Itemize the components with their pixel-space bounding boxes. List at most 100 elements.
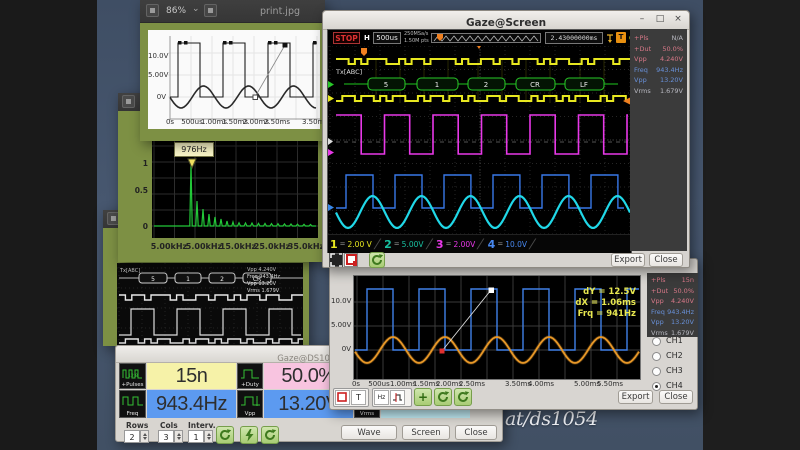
cols-input[interactable]: 3	[158, 430, 174, 443]
hz-tool-icon[interactable]: Hz	[374, 390, 389, 405]
timebase-label: H	[364, 34, 370, 42]
scope-screen-image: STOP H 500us 250MSa/s 1.50M pts 2.430000…	[327, 29, 632, 253]
cursor-handle-end[interactable]	[489, 288, 495, 294]
cursor-handle-start[interactable]	[253, 95, 258, 100]
zoom-in-button[interactable]	[204, 4, 217, 17]
freq-icon[interactable]: Freq	[119, 390, 146, 418]
y-tick: 0.5	[126, 186, 148, 195]
trigger-tool-icon[interactable]	[390, 390, 405, 405]
fullscreen-icon[interactable]	[329, 253, 343, 267]
ch3-number[interactable]: 3	[436, 238, 444, 251]
refresh-button[interactable]	[216, 426, 234, 444]
close-button[interactable]: Close	[659, 390, 693, 404]
measurement-panel: +Pls15n +Dut50.0% Vpp4.240V Freq943.4Hz …	[647, 273, 698, 337]
text-cursor-icon[interactable]: T	[351, 390, 366, 405]
scope-waveform-area: 5 1 2 CR LF Tx[ABC]	[328, 46, 631, 234]
close-button[interactable]: Close	[455, 425, 497, 440]
ch2-scale: 5.00V	[402, 240, 424, 249]
scope-titlebar[interactable]: Gaze@Screen – □ ×	[323, 11, 689, 30]
ch4-number[interactable]: 4	[488, 238, 496, 251]
grayscale-scope-plot: Tx[ABC] 5 1 2 CR Vpp 4.240V Freq 943.4Hz…	[117, 263, 303, 346]
auto-refresh-button[interactable]	[240, 426, 258, 444]
svg-text:1: 1	[435, 81, 439, 89]
chevron-down-icon[interactable]: ⌄	[192, 4, 200, 14]
rows-input[interactable]: 2	[124, 430, 140, 443]
interv-stepper[interactable]	[204, 430, 213, 443]
cursor-handle-end[interactable]	[283, 43, 288, 48]
cols-stepper[interactable]	[174, 430, 183, 443]
cursor-tool-group: T	[333, 388, 369, 407]
print-titlebar[interactable]: 86% ⌄ print.jpg	[140, 0, 325, 23]
window-menu-icon[interactable]	[122, 95, 135, 108]
export-button[interactable]: Export	[611, 253, 645, 267]
svg-text:Vpp 4.240V: Vpp 4.240V	[247, 267, 277, 273]
bus-decode-label: Tx[ABC]	[335, 68, 362, 76]
run-state: STOP	[333, 32, 360, 44]
scope-status-bar: STOP H 500us 250MSa/s 1.50M pts 2.430000…	[328, 30, 631, 47]
ch4-scale: 10.0V	[505, 240, 527, 249]
trace-square-gray	[119, 309, 301, 335]
grayscale-scope-image: Tx[ABC] 5 1 2 CR Vpp 4.240V Freq 943.4Hz…	[117, 263, 303, 346]
radio-ch1-label[interactable]: CH1	[666, 336, 683, 345]
add-button[interactable]: +	[414, 388, 432, 406]
vpp-icon[interactable]: Vpp	[237, 390, 263, 418]
radio-ch3[interactable]	[652, 367, 661, 376]
cursor-handle-start[interactable]	[440, 349, 445, 354]
close-icon[interactable]: ×	[671, 14, 685, 26]
zoom-level[interactable]: 86%	[166, 6, 186, 16]
ch3-scale: 2.00V	[453, 240, 475, 249]
timeline-scrollbar[interactable]	[431, 33, 541, 43]
trigger-offset: 2.43000000ms	[545, 32, 603, 44]
zoom-out-button[interactable]	[146, 4, 159, 17]
radio-ch2[interactable]	[652, 352, 661, 361]
svg-text:Vrms 1.679V: Vrms 1.679V	[247, 288, 280, 294]
radio-ch4-label[interactable]: CH4	[666, 381, 683, 390]
y-tick: 5.00V	[331, 321, 351, 329]
pulses-icon[interactable]: 12 8 +Pulses	[119, 363, 146, 389]
wave-button[interactable]: Wave	[341, 425, 397, 440]
x-tick: 5.00kHz	[149, 242, 189, 251]
ch1-number[interactable]: 1	[330, 238, 338, 251]
trigger-source-badge: T	[616, 32, 626, 43]
screen-button[interactable]: Screen	[402, 425, 450, 440]
trigger-icon	[606, 33, 614, 44]
cursor-line[interactable]	[442, 290, 491, 351]
export-button[interactable]: Export	[618, 390, 653, 404]
refresh-button[interactable]	[434, 388, 452, 406]
print-plot-panel: 10.0V 5.00V 0V 0s 500us 1.00ms 1.50ms 2.…	[148, 30, 320, 129]
interv-input[interactable]: 1	[188, 430, 204, 443]
close-button[interactable]: Close	[649, 253, 683, 267]
y-tick: 0	[126, 222, 148, 231]
y-tick: 0V	[331, 345, 351, 353]
ch1-scale: 2.00 V	[348, 240, 372, 249]
region-capture-icon[interactable]	[344, 253, 358, 267]
y-tick: 10.0V	[148, 52, 166, 60]
cursor-dy: dY = 12.5V	[530, 287, 636, 298]
duty-icon[interactable]: +Duty	[237, 363, 263, 389]
window-title: Gaze@Screen	[466, 17, 546, 29]
measurement-panel: +PlsN/A +Dut50.0% Vpp4.240V Freq943.4Hz …	[630, 29, 687, 251]
screenshot-stage: github.com/gaze-at/ds1054 Tx[ABC] 5 1 2	[0, 0, 800, 450]
x-tick: 2.50ms	[457, 380, 487, 388]
minimize-icon[interactable]: –	[635, 14, 649, 26]
letterbox-right	[703, 0, 800, 450]
sample-rate: 250MSa/s	[404, 31, 428, 37]
single-refresh-button[interactable]	[454, 388, 472, 406]
x-tick: 35.0kHz	[286, 242, 326, 251]
maximize-icon[interactable]: □	[653, 14, 667, 26]
ch2-number[interactable]: 2	[384, 238, 392, 251]
window-wave-viewer: × dY = 12.5V dX = 1.06ms Frq = 941Hz 10.…	[329, 258, 698, 410]
box-cursor-icon[interactable]	[335, 390, 350, 405]
radio-ch2-label[interactable]: CH2	[666, 351, 683, 360]
svg-text:Freq 943.4Hz: Freq 943.4Hz	[247, 274, 280, 280]
rows-stepper[interactable]	[140, 430, 149, 443]
tile-pulses-value[interactable]: 15n	[147, 363, 236, 389]
radio-ch3-label[interactable]: CH3	[666, 366, 683, 375]
refresh-button[interactable]	[369, 252, 385, 268]
radio-ch1[interactable]	[652, 337, 661, 346]
svg-text:2: 2	[484, 81, 488, 89]
window-print-preview: 86% ⌄ print.jpg	[140, 0, 325, 141]
tile-freq-value[interactable]: 943.4Hz	[147, 390, 236, 418]
cursor-readout: dY = 12.5V dX = 1.06ms Frq = 941Hz	[530, 287, 636, 320]
single-refresh-button[interactable]	[261, 426, 279, 444]
